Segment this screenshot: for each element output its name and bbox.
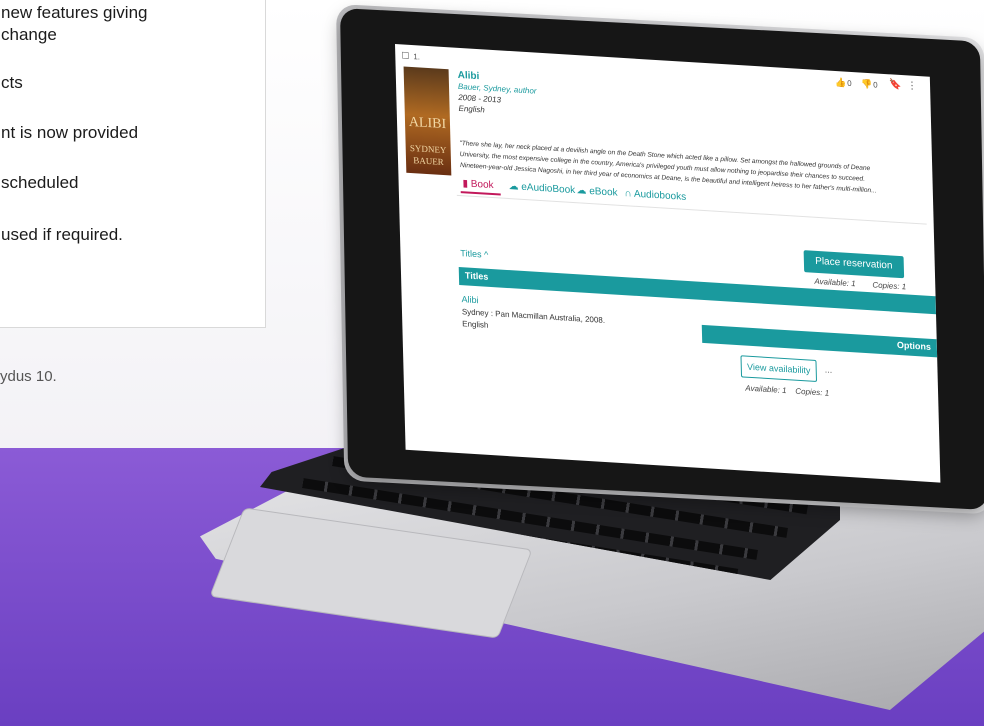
copies-count: Copies: 1 — [872, 280, 907, 292]
thumbs-down-icon[interactable]: 👎 — [861, 79, 873, 91]
options-button[interactable]: Options — [897, 340, 931, 352]
book-title-link[interactable]: Alibi — [458, 70, 480, 82]
dislike-count: 0 — [873, 80, 878, 90]
view-availability-button[interactable]: View availability — [740, 355, 818, 382]
titles-toggle-label: Titles — [460, 248, 482, 260]
tab-book-label: Book — [470, 178, 494, 192]
options-bar: Options — [701, 324, 938, 358]
feature-line: new features giving — [1, 3, 148, 22]
availability-count: Available: 1 — [814, 276, 856, 289]
feature-list-box: new features giving change cts nt is now… — [0, 0, 266, 328]
tab-eaudiobook-label: eAudioBook — [521, 181, 576, 197]
thumbs-up-icon[interactable]: 👍 — [835, 77, 847, 89]
like-count: 0 — [847, 78, 852, 89]
book-language: English — [458, 103, 485, 115]
book-cover[interactable]: ALIBI SYDNEY BAUER — [403, 66, 452, 176]
result-index: 1. — [413, 52, 421, 62]
tab-book[interactable]: ▮ Book — [462, 178, 493, 191]
tab-audiobooks-label: Audiobooks — [633, 188, 687, 203]
place-reservation-button[interactable]: Place reservation — [803, 250, 905, 279]
divider — [456, 194, 927, 225]
tab-ebook[interactable]: ☁ eBook — [576, 185, 617, 199]
tab-ebook-label: eBook — [589, 185, 618, 199]
tab-eaudiobook[interactable]: ☁ eAudioBook — [508, 181, 575, 196]
cover-title: ALIBI — [408, 114, 447, 133]
titles-toggle[interactable]: Titles ^ — [460, 248, 488, 260]
feature-line: cts — [1, 73, 23, 92]
more-vert-icon[interactable]: ⋮ — [907, 80, 917, 92]
cover-author-last: BAUER — [413, 155, 444, 168]
book-years: 2008 - 2013 — [458, 92, 502, 105]
item-title-link[interactable]: Alibi — [461, 294, 478, 305]
chevron-up-icon: ^ — [483, 249, 489, 260]
bookmark-icon[interactable]: 🔖 — [889, 79, 902, 91]
result-checkbox[interactable]: ☐ — [401, 50, 409, 62]
image-caption: ydus 10. — [0, 368, 57, 385]
cover-author-first: SYDNEY — [409, 142, 447, 156]
feature-line: used if required. — [1, 225, 123, 244]
feature-line: change — [1, 25, 57, 44]
tab-audiobooks[interactable]: ∩ Audiobooks — [624, 188, 686, 203]
item-language: English — [462, 319, 489, 330]
feature-line: scheduled — [1, 173, 79, 192]
item-availability-count: Available: 1 — [745, 383, 787, 396]
titles-header: Titles — [464, 270, 489, 282]
item-copies-count: Copies: 1 — [795, 386, 830, 398]
laptop-screen: ☐ 1. 👍 0 👎 0 🔖 ⋮ ALIBI SYDNEY BAUER Alib… — [395, 44, 941, 483]
more-options-icon[interactable]: ... — [825, 364, 833, 374]
feature-line: nt is now provided — [1, 123, 139, 142]
